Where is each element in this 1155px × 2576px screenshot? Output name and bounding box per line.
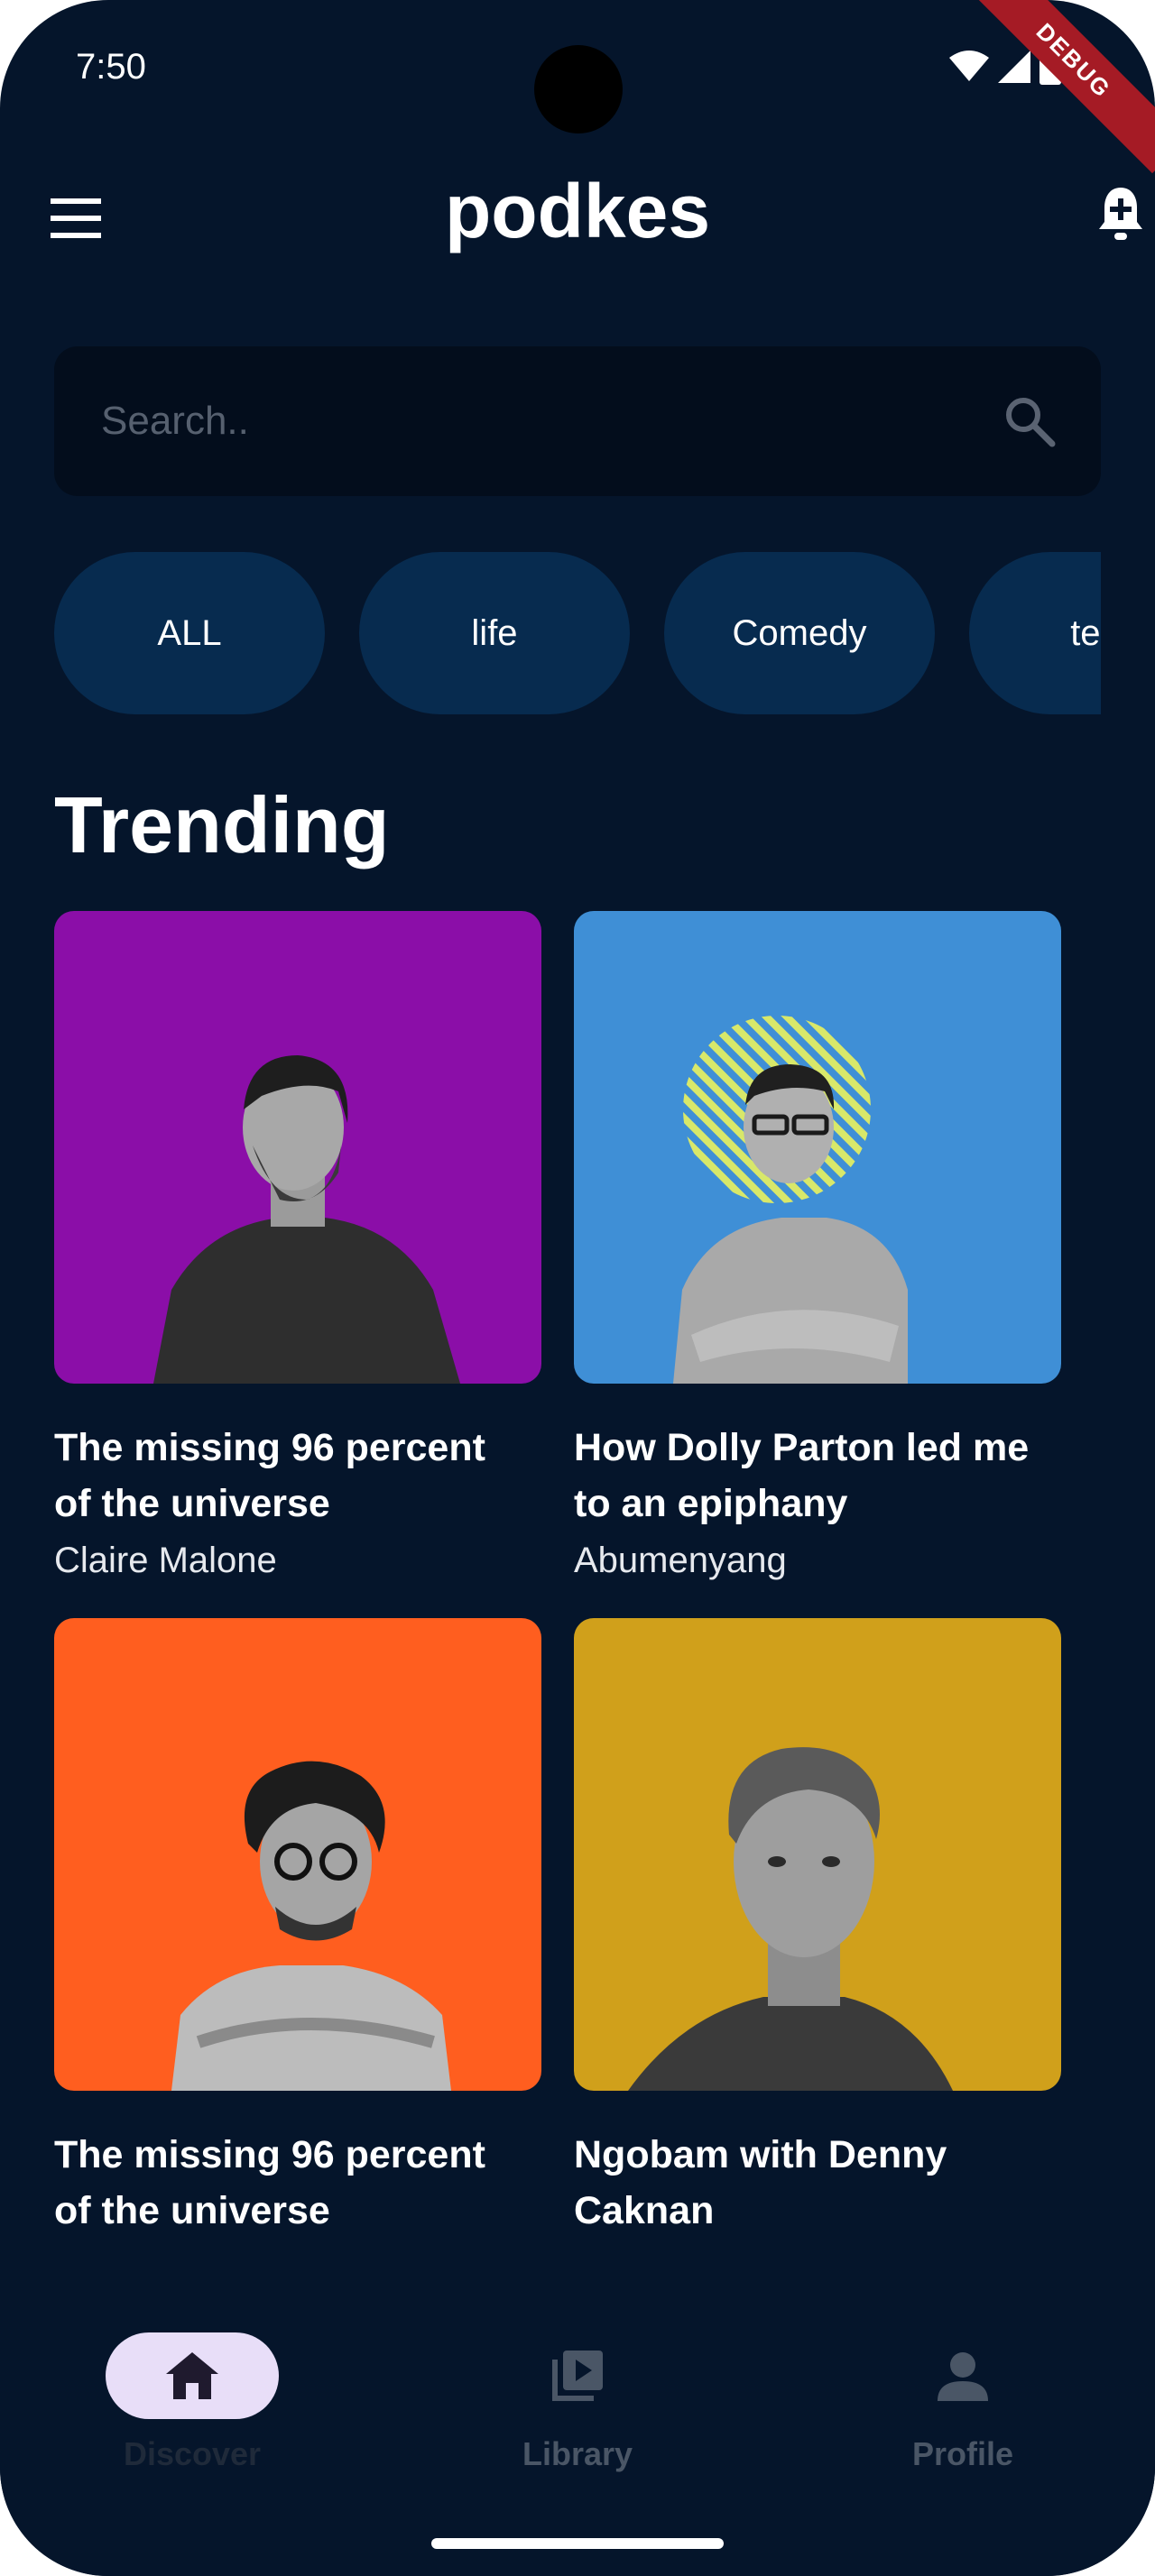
nav-icon-container bbox=[876, 2332, 1049, 2419]
person-icon bbox=[938, 2352, 988, 2401]
nav-icon-container bbox=[491, 2332, 664, 2419]
podcast-card[interactable]: Ngobam with Denny Caknan bbox=[574, 1618, 1061, 2239]
category-chips: ALL life Comedy tech bbox=[54, 552, 1101, 714]
debug-banner: DEBUG bbox=[960, 0, 1155, 174]
search-bar[interactable] bbox=[54, 346, 1101, 496]
status-time: 7:50 bbox=[76, 47, 146, 87]
host-photo bbox=[153, 1055, 460, 1384]
nav-item-profile[interactable]: Profile bbox=[818, 2332, 1107, 2473]
home-icon bbox=[166, 2352, 218, 2399]
bottom-navigation: Discover Library Profile bbox=[0, 2295, 1155, 2576]
podcast-title[interactable]: How Dolly Parton led me to an epiphany bbox=[574, 1420, 1043, 1532]
nav-label-discover: Discover bbox=[123, 2435, 262, 2472]
nav-item-library[interactable]: Library bbox=[433, 2332, 722, 2473]
app-title: podkes bbox=[444, 169, 711, 253]
podcast-author: Abumenyang bbox=[574, 1541, 787, 1580]
podcast-cover[interactable] bbox=[54, 1618, 541, 2091]
camera-cutout bbox=[534, 45, 623, 133]
podcast-author: Claire Malone bbox=[54, 1541, 277, 1580]
signal-icon bbox=[998, 51, 1030, 83]
podcast-cover[interactable] bbox=[54, 911, 541, 1384]
video-library-icon bbox=[552, 2351, 603, 2401]
podcast-title[interactable]: The missing 96 percent of the universe bbox=[54, 1420, 523, 1532]
host-photo bbox=[673, 1016, 908, 1384]
search-icon[interactable] bbox=[1003, 395, 1056, 447]
chip-all[interactable]: ALL bbox=[54, 552, 325, 714]
nav-item-discover[interactable]: Discover bbox=[48, 2332, 337, 2473]
host-photo bbox=[171, 1761, 451, 2091]
nav-active-indicator[interactable] bbox=[106, 2332, 279, 2419]
chip-life[interactable]: life bbox=[359, 552, 630, 714]
home-indicator[interactable] bbox=[431, 2538, 724, 2549]
podcast-title[interactable]: Ngobam with Denny Caknan bbox=[574, 2127, 1043, 2239]
nav-label-profile: Profile bbox=[911, 2435, 1014, 2472]
podcast-title[interactable]: The missing 96 percent of the universe bbox=[54, 2127, 523, 2239]
chip-tech[interactable]: tech bbox=[969, 552, 1101, 714]
podcast-cover[interactable] bbox=[574, 911, 1061, 1384]
podcast-card[interactable]: The missing 96 percent of the universe C… bbox=[54, 911, 541, 1587]
notification-add-icon[interactable] bbox=[1097, 186, 1144, 244]
podcast-card[interactable]: How Dolly Parton led me to an epiphany A… bbox=[574, 911, 1061, 1587]
nav-label-library: Library bbox=[522, 2435, 633, 2472]
host-photo bbox=[628, 1747, 953, 2091]
podcast-card[interactable]: The missing 96 percent of the universe bbox=[54, 1618, 541, 2239]
podcast-cover[interactable] bbox=[574, 1618, 1061, 2091]
wifi-icon bbox=[949, 51, 989, 81]
app-screen: 7:50 DEBUG podkes ALL li bbox=[0, 0, 1155, 2576]
trending-title: Trending bbox=[54, 780, 390, 869]
search-input[interactable] bbox=[99, 398, 1003, 445]
chip-comedy[interactable]: Comedy bbox=[664, 552, 935, 714]
